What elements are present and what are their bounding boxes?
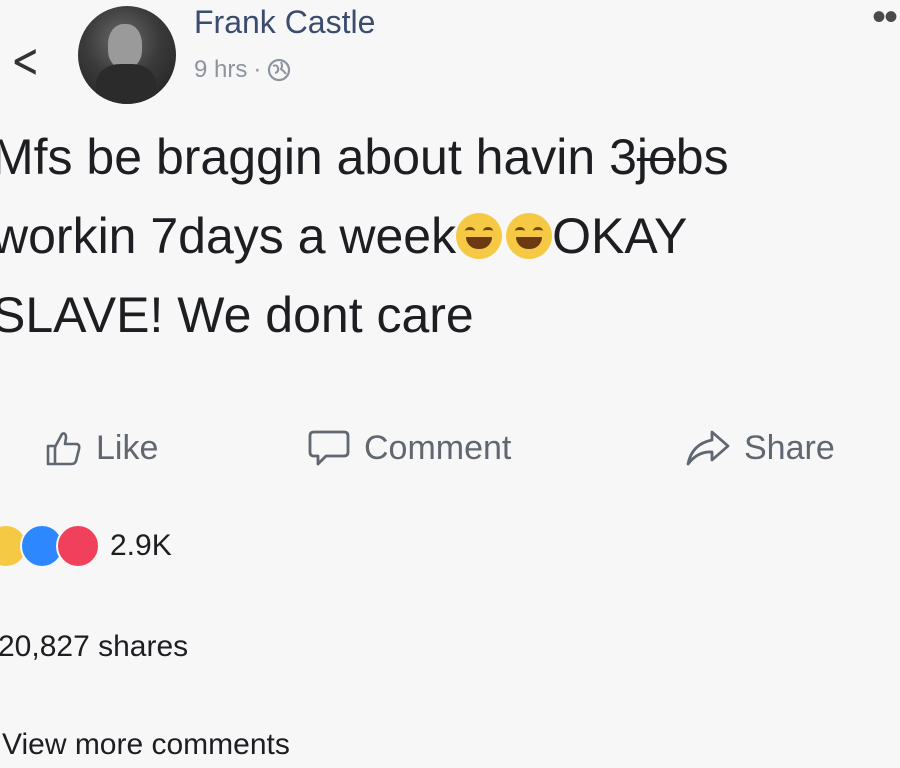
chevron-left-icon: < xyxy=(11,33,40,89)
post-text: Mfs be braggin about havin 3jobs workin … xyxy=(0,118,900,355)
more-options-icon[interactable]: •• xyxy=(872,0,898,37)
post-line-2: workin 7days a week OKAY xyxy=(0,208,688,264)
view-more-comments-link[interactable]: View more comments xyxy=(2,728,290,762)
love-reaction-icon xyxy=(56,524,100,568)
share-arrow-icon xyxy=(684,428,732,468)
comment-button[interactable]: Comment xyxy=(306,418,511,478)
crying-laughing-emoji-icon xyxy=(456,213,503,259)
comment-bubble-icon xyxy=(306,426,352,470)
action-bar: Like Comment Share xyxy=(0,418,900,478)
struck-text: jo xyxy=(636,129,676,185)
globe-icon xyxy=(267,58,291,82)
meta-separator: · xyxy=(253,56,262,83)
author-name[interactable]: Frank Castle xyxy=(194,4,375,41)
share-count[interactable]: 20,827 shares xyxy=(0,630,188,664)
author-avatar[interactable] xyxy=(78,6,176,104)
comment-label: Comment xyxy=(364,428,512,467)
reaction-count: 2.9K xyxy=(110,529,172,562)
share-button[interactable]: Share xyxy=(684,418,835,478)
post-line-1: Mfs be braggin about havin 3jobs xyxy=(0,129,729,185)
reaction-summary[interactable]: 2.9K xyxy=(0,524,172,568)
laughing-emoji-icon xyxy=(506,213,553,259)
thumbs-up-icon xyxy=(44,428,84,468)
post-line-3: SLAVE! We dont care xyxy=(0,287,474,343)
avatar-body xyxy=(96,64,156,104)
like-button[interactable]: Like xyxy=(44,418,158,478)
post-meta: 9 hrs · xyxy=(194,56,291,84)
back-button[interactable]: < xyxy=(11,36,39,86)
post-time[interactable]: 9 hrs xyxy=(194,56,247,84)
like-label: Like xyxy=(96,428,159,467)
share-label: Share xyxy=(744,428,835,467)
avatar-face xyxy=(108,24,142,68)
